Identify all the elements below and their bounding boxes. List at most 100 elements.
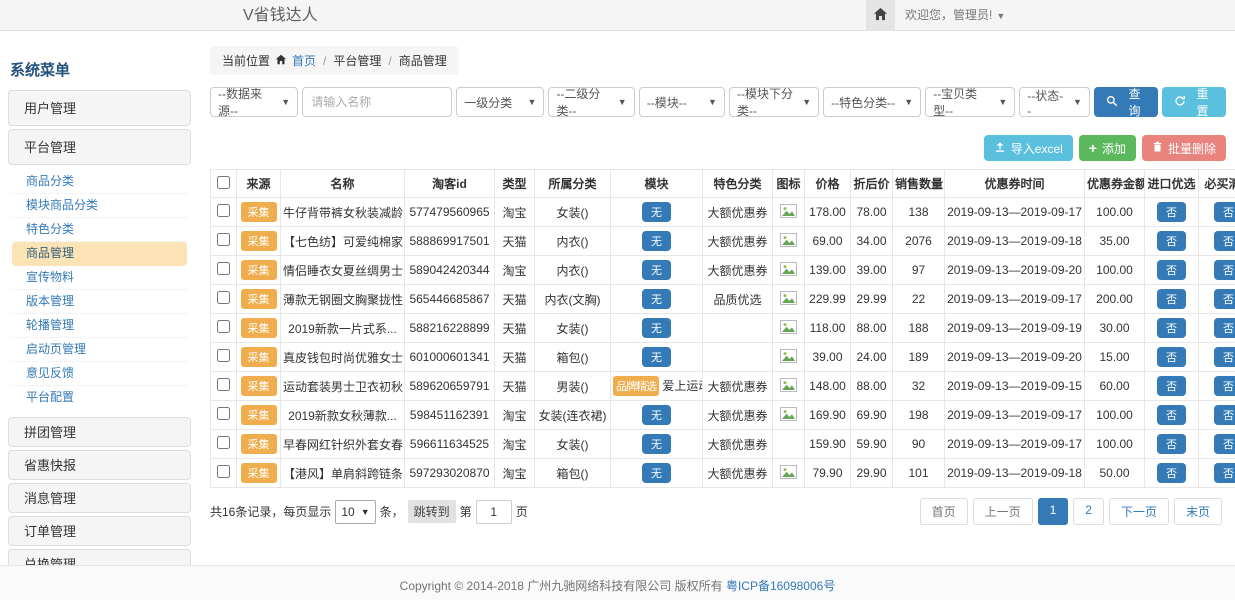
import-select-toggle[interactable]: 否 — [1157, 463, 1186, 483]
item-type-select[interactable]: --宝贝类型--▼ — [925, 87, 1015, 117]
import-select-toggle[interactable]: 否 — [1157, 405, 1186, 425]
pagination-summary: 共16条记录，每页显示 10▼ 条， 跳转到 第 页 — [210, 500, 528, 524]
product-name: 【港风】单肩斜跨链条... — [281, 459, 405, 488]
must-buy-toggle[interactable]: 否 — [1214, 260, 1235, 280]
chevron-down-icon: ▼ — [618, 97, 627, 107]
sidebar-item-platform[interactable]: 平台管理 — [8, 129, 191, 165]
pager-button-1[interactable]: 1 — [1038, 498, 1069, 525]
discount-price: 88.00 — [851, 314, 893, 343]
import-excel-button[interactable]: 导入excel — [984, 135, 1073, 161]
category: 女装(连衣裙) — [535, 401, 611, 430]
category: 女装() — [535, 198, 611, 227]
price: 178.00 — [805, 198, 851, 227]
import-select-toggle[interactable]: 否 — [1157, 202, 1186, 222]
icp-link[interactable]: 粤ICP备16098006号 — [726, 579, 835, 593]
module-select[interactable]: --模块--▼ — [639, 87, 725, 117]
chevron-down-icon: ▼ — [996, 11, 1005, 21]
must-buy-toggle[interactable]: 否 — [1214, 405, 1235, 425]
source-badge: 采集 — [241, 434, 277, 454]
breadcrumb-home-link[interactable]: 首页 — [292, 52, 316, 69]
page-size-select[interactable]: 10▼ — [335, 500, 375, 524]
pager: 首页上一页12下一页末页 — [920, 498, 1222, 525]
add-button[interactable]: + 添加 — [1079, 135, 1136, 161]
pager-button-首页[interactable]: 首页 — [920, 498, 968, 525]
price: 148.00 — [805, 372, 851, 401]
row-checkbox[interactable] — [217, 407, 230, 420]
row-checkbox[interactable] — [217, 262, 230, 275]
row-checkbox[interactable] — [217, 320, 230, 333]
must-buy-toggle[interactable]: 否 — [1214, 202, 1235, 222]
import-select-toggle[interactable]: 否 — [1157, 289, 1186, 309]
row-checkbox[interactable] — [217, 378, 230, 391]
sidebar-subitem-意见反馈[interactable]: 意见反馈 — [12, 362, 187, 386]
module-subcategory-select[interactable]: --模块下分类--▼ — [729, 87, 819, 117]
jump-button[interactable]: 跳转到 — [408, 500, 456, 523]
import-select-toggle[interactable]: 否 — [1157, 347, 1186, 367]
batch-delete-button[interactable]: 批量删除 — [1142, 135, 1226, 161]
reset-button[interactable]: 重置 — [1162, 87, 1226, 117]
sidebar-subitem-轮播管理[interactable]: 轮播管理 — [12, 314, 187, 338]
import-select-toggle[interactable]: 否 — [1157, 231, 1186, 251]
refresh-icon — [1174, 95, 1186, 110]
feature-category-select[interactable]: --特色分类--▼ — [823, 87, 921, 117]
coupon-time: 2019-09-13—2019-09-20 — [945, 343, 1085, 372]
sidebar-subitem-模块商品分类[interactable]: 模块商品分类 — [12, 194, 187, 218]
import-select-toggle[interactable]: 否 — [1157, 260, 1186, 280]
coupon-amount: 50.00 — [1085, 459, 1145, 488]
must-buy-toggle[interactable]: 否 — [1214, 318, 1235, 338]
must-buy-toggle[interactable]: 否 — [1214, 347, 1235, 367]
must-buy-toggle[interactable]: 否 — [1214, 463, 1235, 483]
coupon-time: 2019-09-13—2019-09-15 — [945, 372, 1085, 401]
sidebar-subitem-特色分类[interactable]: 特色分类 — [12, 218, 187, 242]
sidebar-subitem-平台配置[interactable]: 平台配置 — [12, 386, 187, 410]
row-checkbox[interactable] — [217, 204, 230, 217]
chevron-down-icon: ▼ — [802, 97, 811, 107]
sidebar-item-消息管理[interactable]: 消息管理 — [8, 483, 191, 513]
sidebar-item-users[interactable]: 用户管理 — [8, 90, 191, 126]
data-source-select[interactable]: --数据来源--▼ — [210, 87, 298, 117]
status-select[interactable]: --状态--▼ — [1019, 87, 1090, 117]
sidebar-subitem-版本管理[interactable]: 版本管理 — [12, 290, 187, 314]
pager-button-2[interactable]: 2 — [1073, 498, 1104, 525]
sidebar-subitem-宣传物料[interactable]: 宣传物料 — [12, 266, 187, 290]
home-button[interactable] — [866, 0, 895, 31]
sidebar-item-订单管理[interactable]: 订单管理 — [8, 516, 191, 546]
must-buy-toggle[interactable]: 否 — [1214, 376, 1235, 396]
user-menu[interactable]: 欢迎您，管理员!▼ — [905, 0, 1005, 32]
row-checkbox[interactable] — [217, 436, 230, 449]
sidebar-item-兑换管理[interactable]: 兑换管理 — [8, 549, 191, 566]
row-checkbox[interactable] — [217, 291, 230, 304]
coupon-amount: 60.00 — [1085, 372, 1145, 401]
must-buy-toggle[interactable]: 否 — [1214, 434, 1235, 454]
pager-button-末页[interactable]: 末页 — [1174, 498, 1222, 525]
sidebar-subitem-启动页管理[interactable]: 启动页管理 — [12, 338, 187, 362]
footer: Copyright © 2014-2018 广州九驰网络科技有限公司 版权所有 … — [0, 565, 1235, 600]
must-buy-toggle[interactable]: 否 — [1214, 231, 1235, 251]
column-header-优惠券时间: 优惠券时间 — [945, 170, 1085, 198]
category: 男装() — [535, 372, 611, 401]
sidebar-item-省惠快报[interactable]: 省惠快报 — [8, 450, 191, 480]
goods-table: 来源名称淘客id类型所属分类模块特色分类图标价格折后价销售数量优惠券时间优惠券金… — [210, 169, 1235, 488]
select-all-checkbox[interactable] — [217, 176, 230, 189]
row-checkbox[interactable] — [217, 349, 230, 362]
row-checkbox[interactable] — [217, 465, 230, 478]
must-buy-toggle[interactable]: 否 — [1214, 289, 1235, 309]
sidebar-subitem-商品管理[interactable]: 商品管理 — [12, 242, 187, 266]
name-input[interactable] — [302, 87, 452, 117]
sales-count: 188 — [893, 314, 945, 343]
sidebar-subitem-商品分类[interactable]: 商品分类 — [12, 170, 187, 194]
row-checkbox[interactable] — [217, 233, 230, 246]
coupon-time: 2019-09-13—2019-09-17 — [945, 430, 1085, 459]
import-select-toggle[interactable]: 否 — [1157, 434, 1186, 454]
level1-category-select[interactable]: 一级分类▼ — [456, 87, 544, 117]
sidebar-item-拼团管理[interactable]: 拼团管理 — [8, 417, 191, 447]
level2-category-select[interactable]: --二级分类--▼ — [548, 87, 634, 117]
pager-button-上一页[interactable]: 上一页 — [973, 498, 1033, 525]
jump-page-input[interactable] — [476, 500, 512, 524]
product-name: 早春网红针织外套女春... — [281, 430, 405, 459]
breadcrumb-platform[interactable]: 平台管理 — [333, 52, 381, 69]
search-button[interactable]: 查询 — [1094, 87, 1158, 117]
pager-button-下一页[interactable]: 下一页 — [1109, 498, 1169, 525]
import-select-toggle[interactable]: 否 — [1157, 318, 1186, 338]
import-select-toggle[interactable]: 否 — [1157, 376, 1186, 396]
